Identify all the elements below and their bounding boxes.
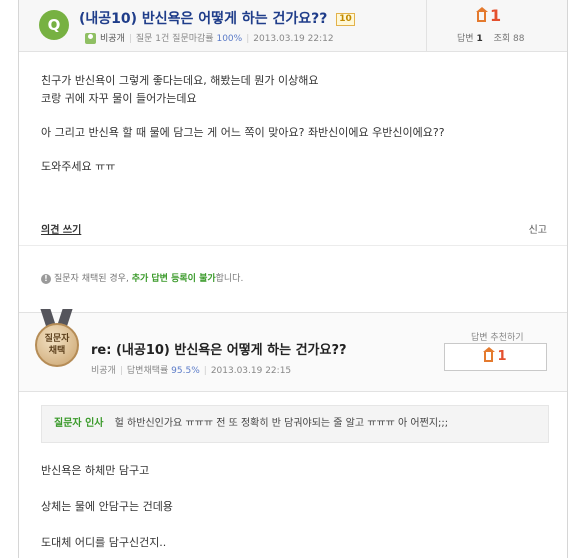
question-stats: 질문 1건 질문마감률 xyxy=(135,34,214,44)
answer-body-line: 도대체 어디를 담구신건지.. xyxy=(41,536,167,549)
info-icon: ! xyxy=(41,273,51,284)
adopt-label: 답변채택률 xyxy=(126,366,169,376)
answer-title: re: (내공10) 반신욕은 어떻게 하는 건가요?? xyxy=(91,343,347,358)
question-badge: Q xyxy=(39,10,69,40)
answer-datetime: 2013.03.19 22:15 xyxy=(210,366,292,376)
adopt-rate: 95.5% xyxy=(171,366,200,376)
views-label: 조회 xyxy=(493,34,511,44)
question-title: (내공10) 반신욕은 어떻게 하는 건가요?? 10 xyxy=(79,8,355,28)
adopted-medal-icon: 질문자 채택 xyxy=(35,309,79,373)
answer-count-number: 1 xyxy=(490,6,502,25)
question-meta: 비공개 | 질문 1건 질문마감률 100% | 2013.03.19 22:12 xyxy=(85,31,334,44)
answer-body: 반신욕은 하체만 담구고 상체는 물에 안담구는 건데용 도대체 어디를 담구신… xyxy=(41,462,551,558)
meta-divider: | xyxy=(246,34,250,44)
meta-divider: | xyxy=(128,34,132,44)
adoption-notice: ! 질문자 채택된 경우, 추가 답변 등록이 불가합니다. xyxy=(41,271,243,284)
house-icon xyxy=(476,6,488,22)
body-text: 친구가 반신욕이 그렇게 좋다는데요, 해봤는데 뭔가 이상해요 xyxy=(41,74,319,87)
question-body-line: 도와주세요 ㅠㅠ xyxy=(41,160,116,173)
house-icon xyxy=(483,347,496,362)
recommend-button[interactable]: 1 xyxy=(444,343,547,371)
notice-highlight: 추가 답변 등록이 불가 xyxy=(131,274,216,284)
question-stats-panel: 1 답변 1 조회 88 xyxy=(426,0,567,52)
recommend-label: 답변 추천하기 xyxy=(471,333,524,343)
answer-author[interactable]: 비공개 xyxy=(91,366,116,376)
answers-value: 1 xyxy=(476,34,483,44)
write-opinion-link[interactable]: 의견 쓰기 xyxy=(41,221,81,236)
opinion-row: 의견 쓰기 신고 xyxy=(19,214,567,246)
answer-body-line: 상체는 물에 안담구는 건데용 xyxy=(41,500,173,513)
medal-disc: 질문자 채택 xyxy=(35,323,79,367)
meta-divider: | xyxy=(119,366,123,376)
answers-label: 답변 xyxy=(457,34,474,44)
medal-line2: 채택 xyxy=(48,346,66,356)
question-datetime: 2013.03.19 22:12 xyxy=(253,34,334,44)
questioner-greeting: 질문자 인사 헐 하반신인가요 ㅠㅠㅠ 전 또 정확히 반 담궈야되는 줄 알고… xyxy=(41,405,549,443)
answer-count-big: 1 xyxy=(476,6,502,25)
question-body-line: 아 그리고 반신욕 할 때 물에 담그는 게 어느 쪽이 맞아요? 좌반신이에요… xyxy=(41,126,445,139)
report-link[interactable]: 신고 xyxy=(529,221,547,236)
user-icon xyxy=(85,33,96,44)
answer-meta: 비공개 | 답변채택률 95.5% | 2013.03.19 22:15 xyxy=(91,363,291,376)
body-text: 코랑 귀에 자꾸 물이 들어가는데요 xyxy=(41,92,197,105)
question-body-line: 친구가 반신욕이 그렇게 좋다는데요, 해봤는데 뭔가 이상해요코랑 귀에 자꾸… xyxy=(41,72,551,108)
answer-body-line: 반신욕은 하체만 담구고 xyxy=(41,464,150,477)
close-rate: 100% xyxy=(216,34,243,44)
question-author[interactable]: 비공개 xyxy=(100,34,125,44)
notice-suffix: 합니다. xyxy=(215,274,244,284)
points-badge: 10 xyxy=(336,12,355,26)
recommend-count: 1 xyxy=(497,349,507,364)
question-title-text: (내공10) 반신욕은 어떻게 하는 건가요?? xyxy=(79,11,328,27)
stat-line: 답변 1 조회 88 xyxy=(457,31,524,44)
question-body: 친구가 반신욕이 그렇게 좋다는데요, 해봤는데 뭔가 이상해요코랑 귀에 자꾸… xyxy=(41,72,551,192)
medal-line1: 질문자 xyxy=(44,334,70,344)
views-value: 88 xyxy=(513,34,525,44)
greeting-text: 헐 하반신인가요 ㅠㅠㅠ 전 또 정확히 반 담궈야되는 줄 알고 ㅠㅠㅠ 아 … xyxy=(114,418,449,429)
notice-prefix: 질문자 채택된 경우, xyxy=(54,274,129,284)
meta-divider: | xyxy=(203,366,207,376)
greeting-label: 질문자 인사 xyxy=(54,418,104,429)
answer-header: 질문자 채택 re: (내공10) 반신욕은 어떻게 하는 건가요?? 비공개 |… xyxy=(19,309,567,392)
question-header: Q (내공10) 반신욕은 어떻게 하는 건가요?? 10 비공개 | 질문 1건 … xyxy=(19,0,567,52)
qna-panel: Q (내공10) 반신욕은 어떻게 하는 건가요?? 10 비공개 | 질문 1건 … xyxy=(18,0,568,558)
